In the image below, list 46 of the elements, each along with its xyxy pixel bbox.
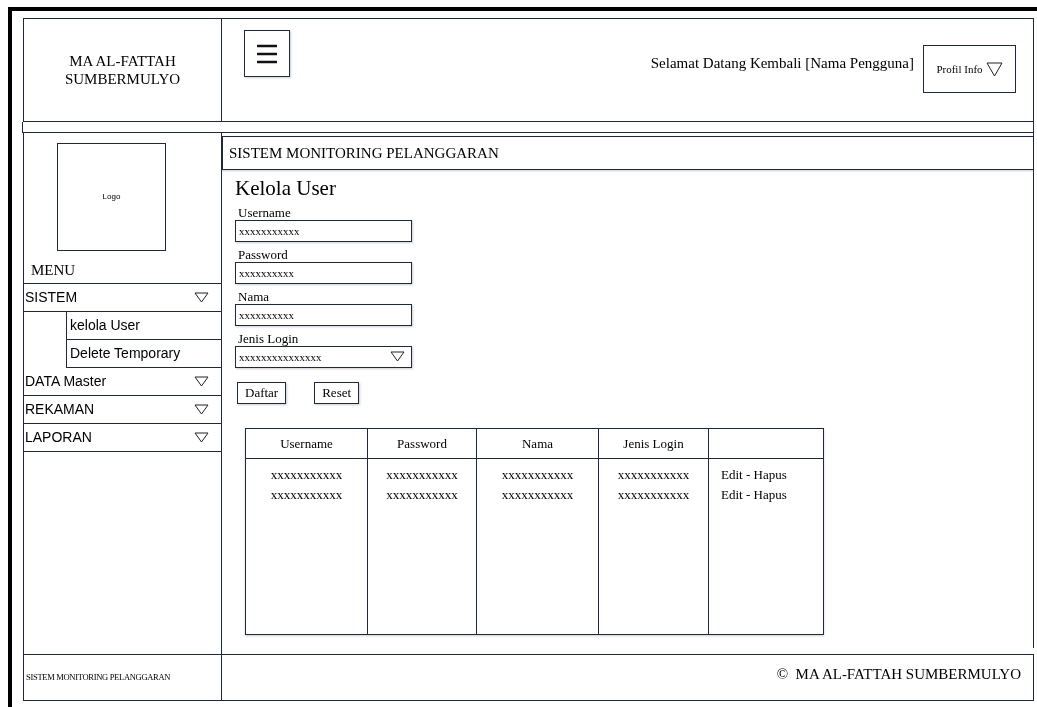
field-label: Username <box>238 204 292 220</box>
logo-label: Logo <box>102 190 121 203</box>
input-field[interactable]: xxxxxxxxxxx <box>235 219 412 242</box>
caret-icon <box>985 61 1003 77</box>
column-header: Password <box>367 428 477 459</box>
menu-item[interactable]: LAPORAN <box>24 423 221 452</box>
table-cell: xxxxxxxxxxx <box>245 458 368 485</box>
brand-name: MA AL-FATTAH SUMBERMULYO <box>64 51 181 88</box>
menu-item[interactable]: DATA Master <box>24 367 221 396</box>
menu-item[interactable]: REKAMAN <box>24 395 221 424</box>
field-label: Jenis Login <box>238 330 300 346</box>
footer-system-name: SISTEM MONITORING PELANGGARAN <box>26 671 171 684</box>
caret-icon <box>194 291 209 303</box>
table-cell: xxxxxxxxxxx <box>598 484 709 505</box>
table-cell: xxxxxxxxxxx <box>367 484 477 505</box>
column-header: Jenis Login <box>598 428 709 459</box>
row-actions[interactable]: Edit - Hapus <box>708 484 824 505</box>
table-cell: xxxxxxxxxxx <box>476 458 599 485</box>
menu-title: MENU <box>31 260 77 279</box>
input-field[interactable]: xxxxxxxxxx <box>235 261 412 284</box>
table-cell: xxxxxxxxxxx <box>367 458 477 485</box>
table-cell: xxxxxxxxxxx <box>476 484 599 505</box>
table-cell: xxxxxxxxxxx <box>245 484 368 505</box>
input-field[interactable]: xxxxxxxxxx <box>235 303 412 326</box>
form-button[interactable]: Reset <box>314 381 360 404</box>
row-actions[interactable]: Edit - Hapus <box>708 458 824 485</box>
form-button[interactable]: Daftar <box>237 381 287 404</box>
field-label: Nama <box>238 288 271 304</box>
caret-icon <box>194 431 209 443</box>
login-type-dropdown[interactable]: xxxxxxxxxxxxxxx <box>235 345 412 368</box>
menu-item[interactable]: SISTEM <box>24 283 221 312</box>
column-header: Username <box>245 428 368 459</box>
submenu-item[interactable]: Delete Temporary <box>67 339 221 368</box>
column-header: Nama <box>476 428 599 459</box>
copyright-text: © MA AL-FATTAH SUMBERMULYO <box>776 665 1021 685</box>
submenu-item[interactable]: kelola User <box>67 311 221 340</box>
caret-icon <box>194 403 209 415</box>
caret-icon <box>194 375 209 387</box>
caret-icon <box>390 351 405 363</box>
table-cell: xxxxxxxxxxx <box>598 458 709 485</box>
page-title-bar: SISTEM MONITORING PELANGGARAN <box>222 135 1033 170</box>
greeting-text: Selamat Datang Kembali [Nama Pengguna] <box>650 54 914 73</box>
menu-button[interactable] <box>244 30 290 77</box>
profile-button[interactable]: Profil Info <box>923 45 1016 93</box>
form-heading: Kelola User <box>235 175 337 200</box>
field-label: Password <box>238 246 289 262</box>
